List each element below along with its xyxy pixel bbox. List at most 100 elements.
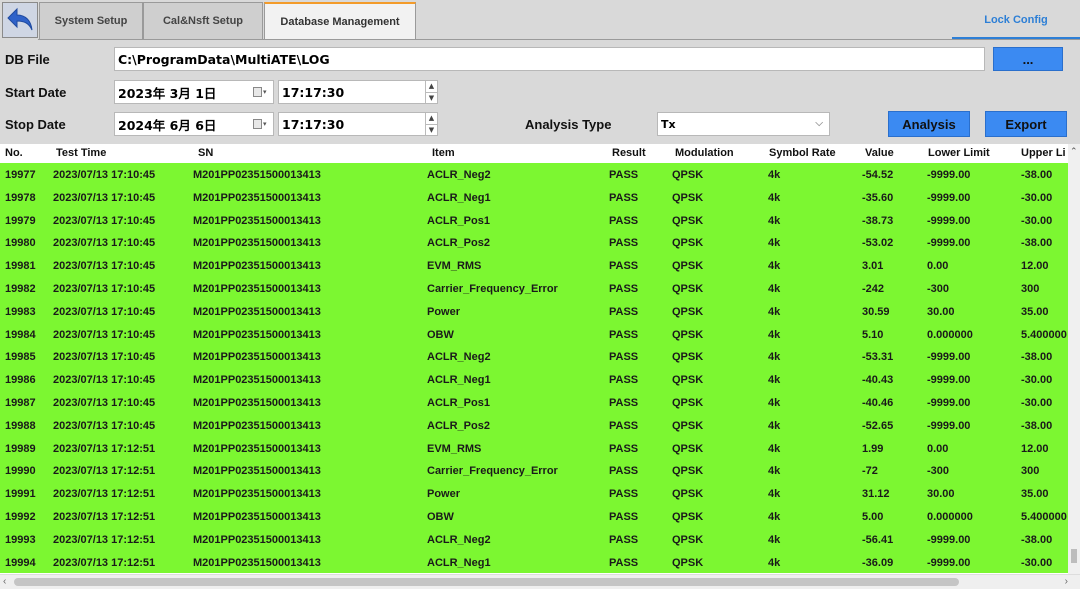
table-cell: 4k	[768, 305, 781, 318]
table-cell: 4k	[768, 465, 781, 478]
db-file-input[interactable]: C:\ProgramData\MultiATE\LOG	[114, 47, 985, 71]
table-cell: -38.00	[1021, 237, 1053, 250]
table-row[interactable]: 19979 2023/07/13 17:10:45 M201PP0235150001…	[0, 209, 1068, 232]
table-cell: PASS	[609, 169, 639, 181]
table-cell: QPSK	[672, 169, 704, 181]
calendar-icon[interactable]: ▾	[253, 118, 269, 130]
table-cell: QPSK	[672, 374, 704, 387]
column-header[interactable]: Lower Limit	[928, 147, 990, 159]
table-cell: 0.00	[927, 442, 949, 455]
table-row[interactable]: 19982 2023/07/13 17:10:45 M201PP0235150001…	[0, 277, 1068, 300]
spinner-icon[interactable]: ▲ ▼	[425, 81, 437, 103]
tab-cal-nsft-setup[interactable]: Cal&Nsft Setup	[143, 2, 263, 39]
table-cell: 4k	[768, 374, 781, 387]
analysis-type-value: Tx	[661, 117, 676, 131]
table-cell: -56.41	[862, 533, 894, 546]
back-button[interactable]	[2, 2, 38, 38]
start-time-input[interactable]: 17:17:30 ▲ ▼	[278, 80, 438, 104]
table-cell: -40.43	[862, 374, 894, 387]
table-cell: 2023/07/13 17:12:51	[53, 511, 156, 523]
export-button[interactable]: Export	[985, 111, 1067, 137]
vertical-scroll-thumb[interactable]	[1071, 549, 1077, 563]
table-row[interactable]: 19983 2023/07/13 17:10:45 M201PP0235150001…	[0, 300, 1068, 323]
vertical-scrollbar[interactable]: ⌃	[1068, 144, 1080, 574]
table-cell: 19987	[5, 397, 36, 409]
column-header[interactable]: Modulation	[675, 147, 734, 159]
table-cell: M201PP02351500013413	[193, 191, 321, 204]
stop-time-input[interactable]: 17:17:30 ▲ ▼	[278, 112, 438, 136]
table-cell: 19979	[5, 214, 36, 227]
table-cell: 5.10	[862, 328, 884, 341]
table-cell: M201PP02351500013413	[193, 511, 321, 523]
table-row[interactable]: 19994 2023/07/13 17:12:51 M201PP0235150001…	[0, 551, 1068, 574]
table-cell: Power	[427, 305, 461, 318]
table-body: 19977 2023/07/13 17:10:45 M201PP0235150001…	[0, 163, 1068, 573]
table-cell: -30.00	[1021, 214, 1053, 227]
table-row[interactable]: 19987 2023/07/13 17:10:45 M201PP0235150001…	[0, 391, 1068, 414]
table-cell: PASS	[609, 283, 639, 295]
table-row[interactable]: 19991 2023/07/13 17:12:51 M201PP0235150001…	[0, 482, 1068, 505]
table-row[interactable]: 19981 2023/07/13 17:10:45 M201PP0235150001…	[0, 254, 1068, 277]
column-header[interactable]: Symbol Rate	[769, 147, 836, 159]
column-header[interactable]: Item	[432, 147, 455, 159]
table-cell: 2023/07/13 17:12:51	[53, 533, 156, 546]
table-row[interactable]: 19990 2023/07/13 17:12:51 M201PP0235150001…	[0, 459, 1068, 482]
stop-date-picker[interactable]: 2024年 6月 6日 ▾	[114, 112, 274, 136]
calendar-icon[interactable]: ▾	[253, 86, 269, 98]
analysis-button[interactable]: Analysis	[888, 111, 970, 137]
table-cell: QPSK	[672, 533, 704, 546]
table-row[interactable]: 19988 2023/07/13 17:10:45 M201PP0235150001…	[0, 414, 1068, 437]
tab-system-setup[interactable]: System Setup	[39, 2, 143, 39]
table-cell: M201PP02351500013413	[193, 556, 321, 569]
table-row[interactable]: 19993 2023/07/13 17:12:51 M201PP0235150001…	[0, 528, 1068, 551]
table-cell: M201PP02351500013413	[193, 533, 321, 546]
scroll-up-icon[interactable]: ⌃	[1070, 146, 1078, 157]
table-cell: 4k	[768, 419, 781, 432]
tab-database-management[interactable]: Database Management	[264, 2, 416, 39]
table-row[interactable]: 19980 2023/07/13 17:10:45 M201PP0235150001…	[0, 231, 1068, 254]
horizontal-scrollbar[interactable]: ‹ ›	[0, 574, 1080, 589]
table-row[interactable]: 19977 2023/07/13 17:10:45 M201PP0235150001…	[0, 163, 1068, 186]
scroll-right-icon[interactable]: ›	[1065, 576, 1068, 587]
column-header[interactable]: Value	[865, 147, 894, 159]
table-cell: -9999.00	[927, 397, 971, 409]
column-header[interactable]: No.	[5, 147, 23, 159]
table-row[interactable]: 19985 2023/07/13 17:10:45 M201PP0235150001…	[0, 345, 1068, 368]
table-cell: 0.000000	[927, 511, 973, 523]
table-row[interactable]: 19978 2023/07/13 17:10:45 M201PP0235150001…	[0, 186, 1068, 209]
start-date-picker[interactable]: 2023年 3月 1日 ▾	[114, 80, 274, 104]
table-cell: 19985	[5, 351, 36, 364]
column-header[interactable]: Test Time	[56, 147, 106, 159]
table-cell: 2023/07/13 17:10:45	[53, 351, 156, 364]
column-header[interactable]: Result	[612, 147, 646, 159]
start-time-value: 17:17:30	[282, 84, 345, 100]
table-cell: QPSK	[672, 191, 704, 204]
table-cell: 0.00	[927, 260, 949, 273]
table-cell: QPSK	[672, 328, 704, 341]
table-cell: QPSK	[672, 556, 704, 569]
table-cell: PASS	[609, 328, 639, 341]
spinner-icon[interactable]: ▲ ▼	[425, 113, 437, 135]
column-header[interactable]: Upper Li	[1021, 147, 1066, 159]
table-cell: 19994	[5, 556, 36, 569]
analysis-type-select[interactable]: Tx ⌵	[657, 112, 830, 136]
table-row[interactable]: 19986 2023/07/13 17:10:45 M201PP0235150001…	[0, 368, 1068, 391]
table-cell: -38.00	[1021, 351, 1053, 364]
horizontal-scroll-thumb[interactable]	[14, 578, 959, 586]
table-cell: -36.09	[862, 556, 894, 569]
db-file-value: C:\ProgramData\MultiATE\LOG	[118, 51, 330, 67]
table-cell: 35.00	[1021, 305, 1049, 318]
browse-button[interactable]: ...	[993, 47, 1063, 71]
lock-config-link[interactable]: Lock Config	[952, 2, 1080, 39]
table-cell: -9999.00	[927, 374, 971, 387]
column-header[interactable]: SN	[198, 147, 213, 159]
scroll-left-icon[interactable]: ‹	[3, 576, 6, 587]
table-cell: QPSK	[672, 237, 704, 250]
table-cell: QPSK	[672, 465, 704, 478]
table-row[interactable]: 19989 2023/07/13 17:12:51 M201PP0235150001…	[0, 437, 1068, 460]
table-cell: QPSK	[672, 511, 704, 523]
table-row[interactable]: 19984 2023/07/13 17:10:45 M201PP0235150001…	[0, 323, 1068, 346]
table-row[interactable]: 19992 2023/07/13 17:12:51 M201PP0235150001…	[0, 505, 1068, 528]
table-cell: PASS	[609, 351, 639, 364]
table-cell: 2023/07/13 17:10:45	[53, 260, 156, 273]
